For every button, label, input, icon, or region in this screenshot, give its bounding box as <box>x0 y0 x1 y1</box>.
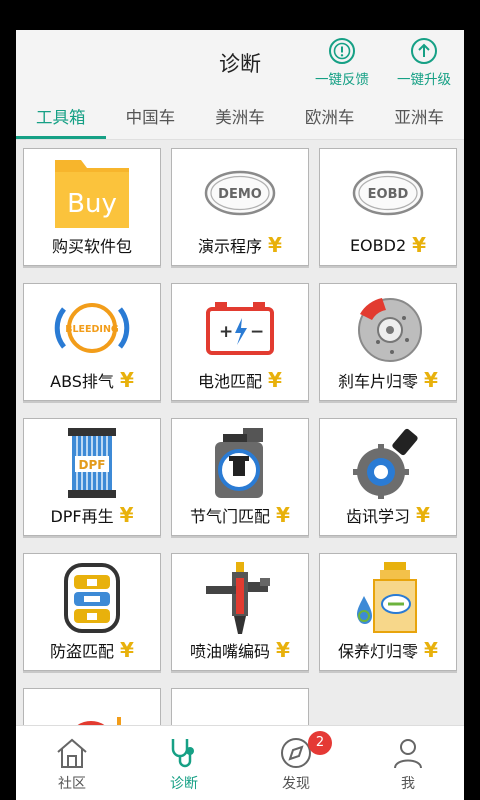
brake-disc-icon <box>358 298 422 362</box>
tab-bar: 工具箱 中国车 美洲车 欧洲车 亚洲车 <box>16 90 464 140</box>
throttle-icon <box>215 428 263 498</box>
nav-me-label: 我 <box>401 776 415 792</box>
card-buy-software[interactable]: Buy 购买软件包 <box>23 148 161 266</box>
card-throttle-match[interactable]: 节气门匹配 ¥ <box>171 418 309 536</box>
tab-china-cars[interactable]: 中国车 <box>106 90 196 139</box>
card-label: 节气门匹配 <box>190 507 271 526</box>
upgrade-button[interactable]: 一键升级 <box>390 37 458 88</box>
partial-steering-icon <box>205 703 275 725</box>
bottom-navigation: 社区 诊断 发现 2 我 <box>16 725 464 800</box>
price-icon: ¥ <box>424 368 438 392</box>
svg-text:+: + <box>219 322 233 342</box>
nav-community[interactable]: 社区 <box>16 726 128 800</box>
card-dpf-regen[interactable]: DPF DPF再生 ¥ <box>23 418 161 536</box>
card-label: 防盗匹配 <box>50 642 115 661</box>
title-bar: 诊断 一键反馈 一键升级 <box>16 30 464 90</box>
price-icon: ¥ <box>119 368 134 392</box>
price-icon: ¥ <box>268 233 282 257</box>
card-partial-1[interactable] <box>23 688 161 725</box>
tab-asia-cars[interactable]: 亚洲车 <box>374 90 464 139</box>
price-icon: ¥ <box>119 503 134 527</box>
price-icon: ¥ <box>276 503 290 527</box>
nav-diagnosis[interactable]: 诊断 <box>128 726 240 800</box>
card-demo[interactable]: DEMO 演示程序 ¥ <box>171 148 309 266</box>
injector-icon <box>206 562 270 634</box>
price-icon: ¥ <box>268 368 282 392</box>
abs-bleeding-icon: BLEEDING <box>54 303 130 353</box>
home-icon <box>57 738 87 768</box>
svg-text:Buy: Buy <box>67 189 117 219</box>
card-abs-bleeding[interactable]: BLEEDING ABS排气 ¥ <box>23 283 161 401</box>
nav-community-label: 社区 <box>58 776 86 792</box>
buy-folder-icon: Buy <box>55 160 129 228</box>
svg-text:EOBD: EOBD <box>368 187 409 202</box>
upload-arrow-icon <box>411 38 437 64</box>
app-screen: 诊断 一键反馈 一键升级 工具箱 中国车 美洲车 欧洲车 亚洲车 Buy 购买软… <box>16 0 464 800</box>
card-service-light-reset[interactable]: 保养灯归零 ¥ <box>319 553 457 671</box>
battery-icon: + − <box>206 302 274 355</box>
tab-america-cars[interactable]: 美洲车 <box>195 90 285 139</box>
svg-text:DPF: DPF <box>79 458 106 472</box>
nav-diagnosis-label: 诊断 <box>170 776 198 792</box>
toolbox-grid: Buy 购买软件包 DEMO 演示程序 ¥ EOBD EOBD2 ¥ BLEED… <box>16 140 464 725</box>
alert-circle-icon <box>329 38 355 64</box>
dpf-filter-icon: DPF <box>68 428 116 498</box>
card-immobilizer-match[interactable]: 防盗匹配 ¥ <box>23 553 161 671</box>
card-eobd2[interactable]: EOBD EOBD2 ¥ <box>319 148 457 266</box>
tab-toolbox[interactable]: 工具箱 <box>16 90 106 139</box>
eobd-badge-icon: EOBD <box>352 170 424 216</box>
svg-text:BLEEDING: BLEEDING <box>65 324 119 335</box>
card-label: DPF再生 <box>50 507 114 526</box>
nav-me[interactable]: 我 <box>352 726 464 800</box>
card-battery-match[interactable]: + − 电池匹配 ¥ <box>171 283 309 401</box>
card-label: 齿讯学习 <box>346 507 411 526</box>
card-label: 演示程序 <box>198 237 263 256</box>
price-icon: ¥ <box>416 503 430 527</box>
user-icon <box>394 739 422 769</box>
feedback-button[interactable]: 一键反馈 <box>308 37 376 88</box>
svg-text:−: − <box>250 322 264 342</box>
card-partial-2[interactable] <box>171 688 309 725</box>
card-label: 保养灯归零 <box>338 642 419 661</box>
gear-sensor-icon <box>353 428 418 499</box>
card-label: EOBD2 <box>349 235 407 255</box>
nav-discover-label: 发现 <box>282 776 310 792</box>
demo-badge-icon: DEMO <box>204 170 276 216</box>
price-icon: ¥ <box>120 638 134 662</box>
price-icon: ¥ <box>412 233 427 257</box>
tab-europe-cars[interactable]: 欧洲车 <box>285 90 375 139</box>
card-brake-pad-reset[interactable]: 刹车片归零 ¥ <box>319 283 457 401</box>
svg-text:DEMO: DEMO <box>218 187 262 202</box>
card-label: 电池匹配 <box>198 372 263 391</box>
card-label: ABS排气 <box>50 372 114 391</box>
card-label: 喷油嘴编码 <box>190 642 271 661</box>
partial-gauge-icon <box>77 717 121 725</box>
feedback-label: 一键反馈 <box>315 72 369 88</box>
oil-service-icon <box>357 562 417 633</box>
card-gear-learning[interactable]: 齿讯学习 ¥ <box>319 418 457 536</box>
card-label: 购买软件包 <box>51 237 132 256</box>
card-injector-coding[interactable]: 喷油嘴编码 ¥ <box>171 553 309 671</box>
nav-discover[interactable]: 发现 2 <box>240 726 352 800</box>
price-icon: ¥ <box>276 638 290 662</box>
price-icon: ¥ <box>424 638 438 662</box>
notification-badge: 2 <box>308 731 332 755</box>
upgrade-label: 一键升级 <box>397 72 451 88</box>
stethoscope-icon <box>171 739 194 768</box>
status-bar <box>16 0 464 30</box>
car-key-icon <box>64 563 120 633</box>
card-label: 刹车片归零 <box>338 372 419 391</box>
